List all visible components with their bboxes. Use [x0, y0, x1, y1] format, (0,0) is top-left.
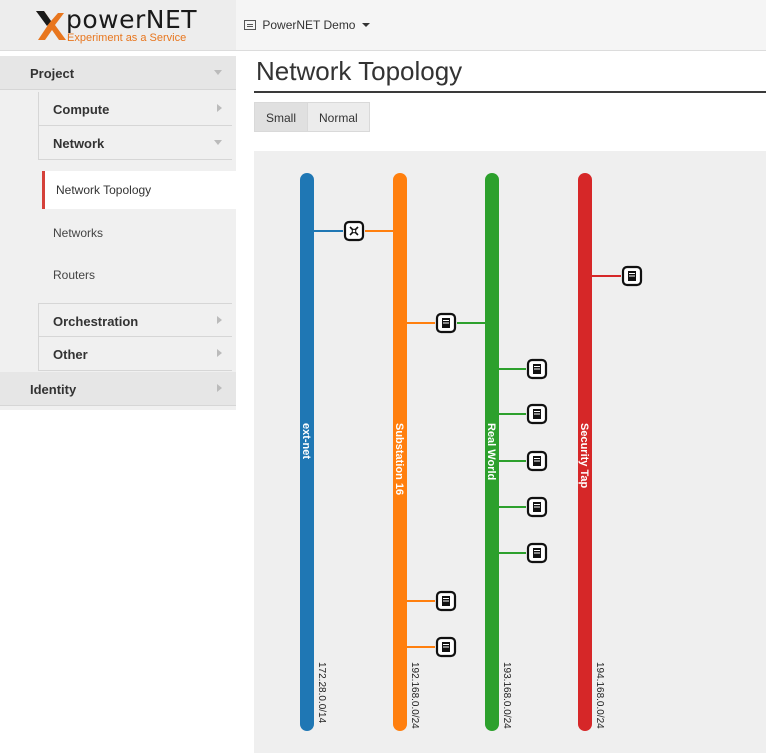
chevron-down-icon [361, 23, 370, 27]
sidebar-item-network[interactable]: Network [38, 126, 232, 160]
instance-icon[interactable] [526, 358, 548, 380]
instance-icon[interactable] [526, 403, 548, 425]
sidebar-item-label: Other [53, 347, 88, 362]
sidebar-item-networks[interactable]: Networks [42, 213, 232, 253]
chevron-right-icon [217, 384, 222, 392]
chevron-right-icon [217, 316, 222, 324]
sidebar-item-label: Routers [53, 268, 96, 282]
title-divider [254, 91, 766, 93]
top-navbar: powerNET Experiment as a Service PowerNE… [0, 0, 766, 51]
project-selector-label: PowerNET Demo [262, 18, 356, 32]
instance-icon[interactable] [435, 312, 457, 334]
network-name-label: Substation 16 [393, 423, 405, 495]
network-bar[interactable]: Real World 193.168.0.0/24 [485, 173, 512, 731]
normal-size-button[interactable]: Normal [308, 102, 370, 132]
network-cidr-label: 194.168.0.0/24 [594, 662, 605, 729]
network-name-label: Security Tap [578, 423, 590, 488]
brand-logo[interactable]: powerNET Experiment as a Service [0, 0, 236, 50]
sidebar-item-label: Compute [53, 102, 110, 117]
instance-icon[interactable] [435, 590, 457, 612]
sidebar-item-label: Project [30, 66, 75, 81]
instance-icon[interactable] [621, 265, 643, 287]
sidebar-item-label: Networks [53, 226, 104, 240]
topology-graph: ext-net 172.28.0.0/14 Substation 16 192.168… [300, 173, 643, 731]
instance-icon[interactable] [526, 542, 548, 564]
router-icon[interactable] [343, 220, 365, 242]
sidebar-item-project[interactable]: Project [0, 56, 236, 90]
sidebar-item-orchestration[interactable]: Orchestration [38, 303, 232, 337]
sidebar-item-other[interactable]: Other [38, 337, 232, 371]
chevron-down-icon [214, 140, 222, 145]
instance-icon[interactable] [526, 450, 548, 472]
project-selector[interactable]: PowerNET Demo [244, 18, 370, 32]
instance-icon[interactable] [435, 636, 457, 658]
chevron-right-icon [217, 104, 222, 112]
instance-icon[interactable] [526, 496, 548, 518]
powernet-logo-icon [36, 11, 66, 40]
page-title: Network Topology [256, 56, 463, 86]
sidebar-item-identity[interactable]: Identity [0, 372, 236, 406]
network-name-label: Real World [485, 423, 497, 480]
sidebar-item-compute[interactable]: Compute [38, 92, 232, 126]
sidebar-item-routers[interactable]: Routers [42, 255, 232, 295]
network-cidr-label: 172.28.0.0/14 [316, 662, 327, 724]
sidebar-item-label: Network [53, 136, 105, 151]
brand-name: powerNET [66, 5, 198, 34]
sidebar-item-label: Identity [30, 382, 77, 397]
network-name-label: ext-net [300, 423, 312, 459]
network-cidr-label: 193.168.0.0/24 [501, 662, 512, 729]
topology-canvas: ext-net 172.28.0.0/14 Substation 16 192.168… [254, 151, 766, 753]
sidebar-item-network-topology[interactable]: Network Topology [42, 171, 236, 209]
chevron-right-icon [217, 349, 222, 357]
network-bar[interactable]: Security Tap 194.168.0.0/24 [578, 173, 605, 731]
brand-tagline: Experiment as a Service [67, 32, 187, 44]
chevron-down-icon [214, 70, 222, 75]
project-icon [244, 20, 256, 30]
size-toggle: Small Normal [254, 102, 370, 132]
network-cidr-label: 192.168.0.0/24 [409, 662, 420, 729]
sidebar-item-label: Orchestration [53, 314, 139, 329]
network-bar[interactable]: ext-net 172.28.0.0/14 [300, 173, 327, 731]
small-size-button[interactable]: Small [254, 102, 309, 132]
sidebar-item-label: Network Topology [56, 183, 152, 197]
